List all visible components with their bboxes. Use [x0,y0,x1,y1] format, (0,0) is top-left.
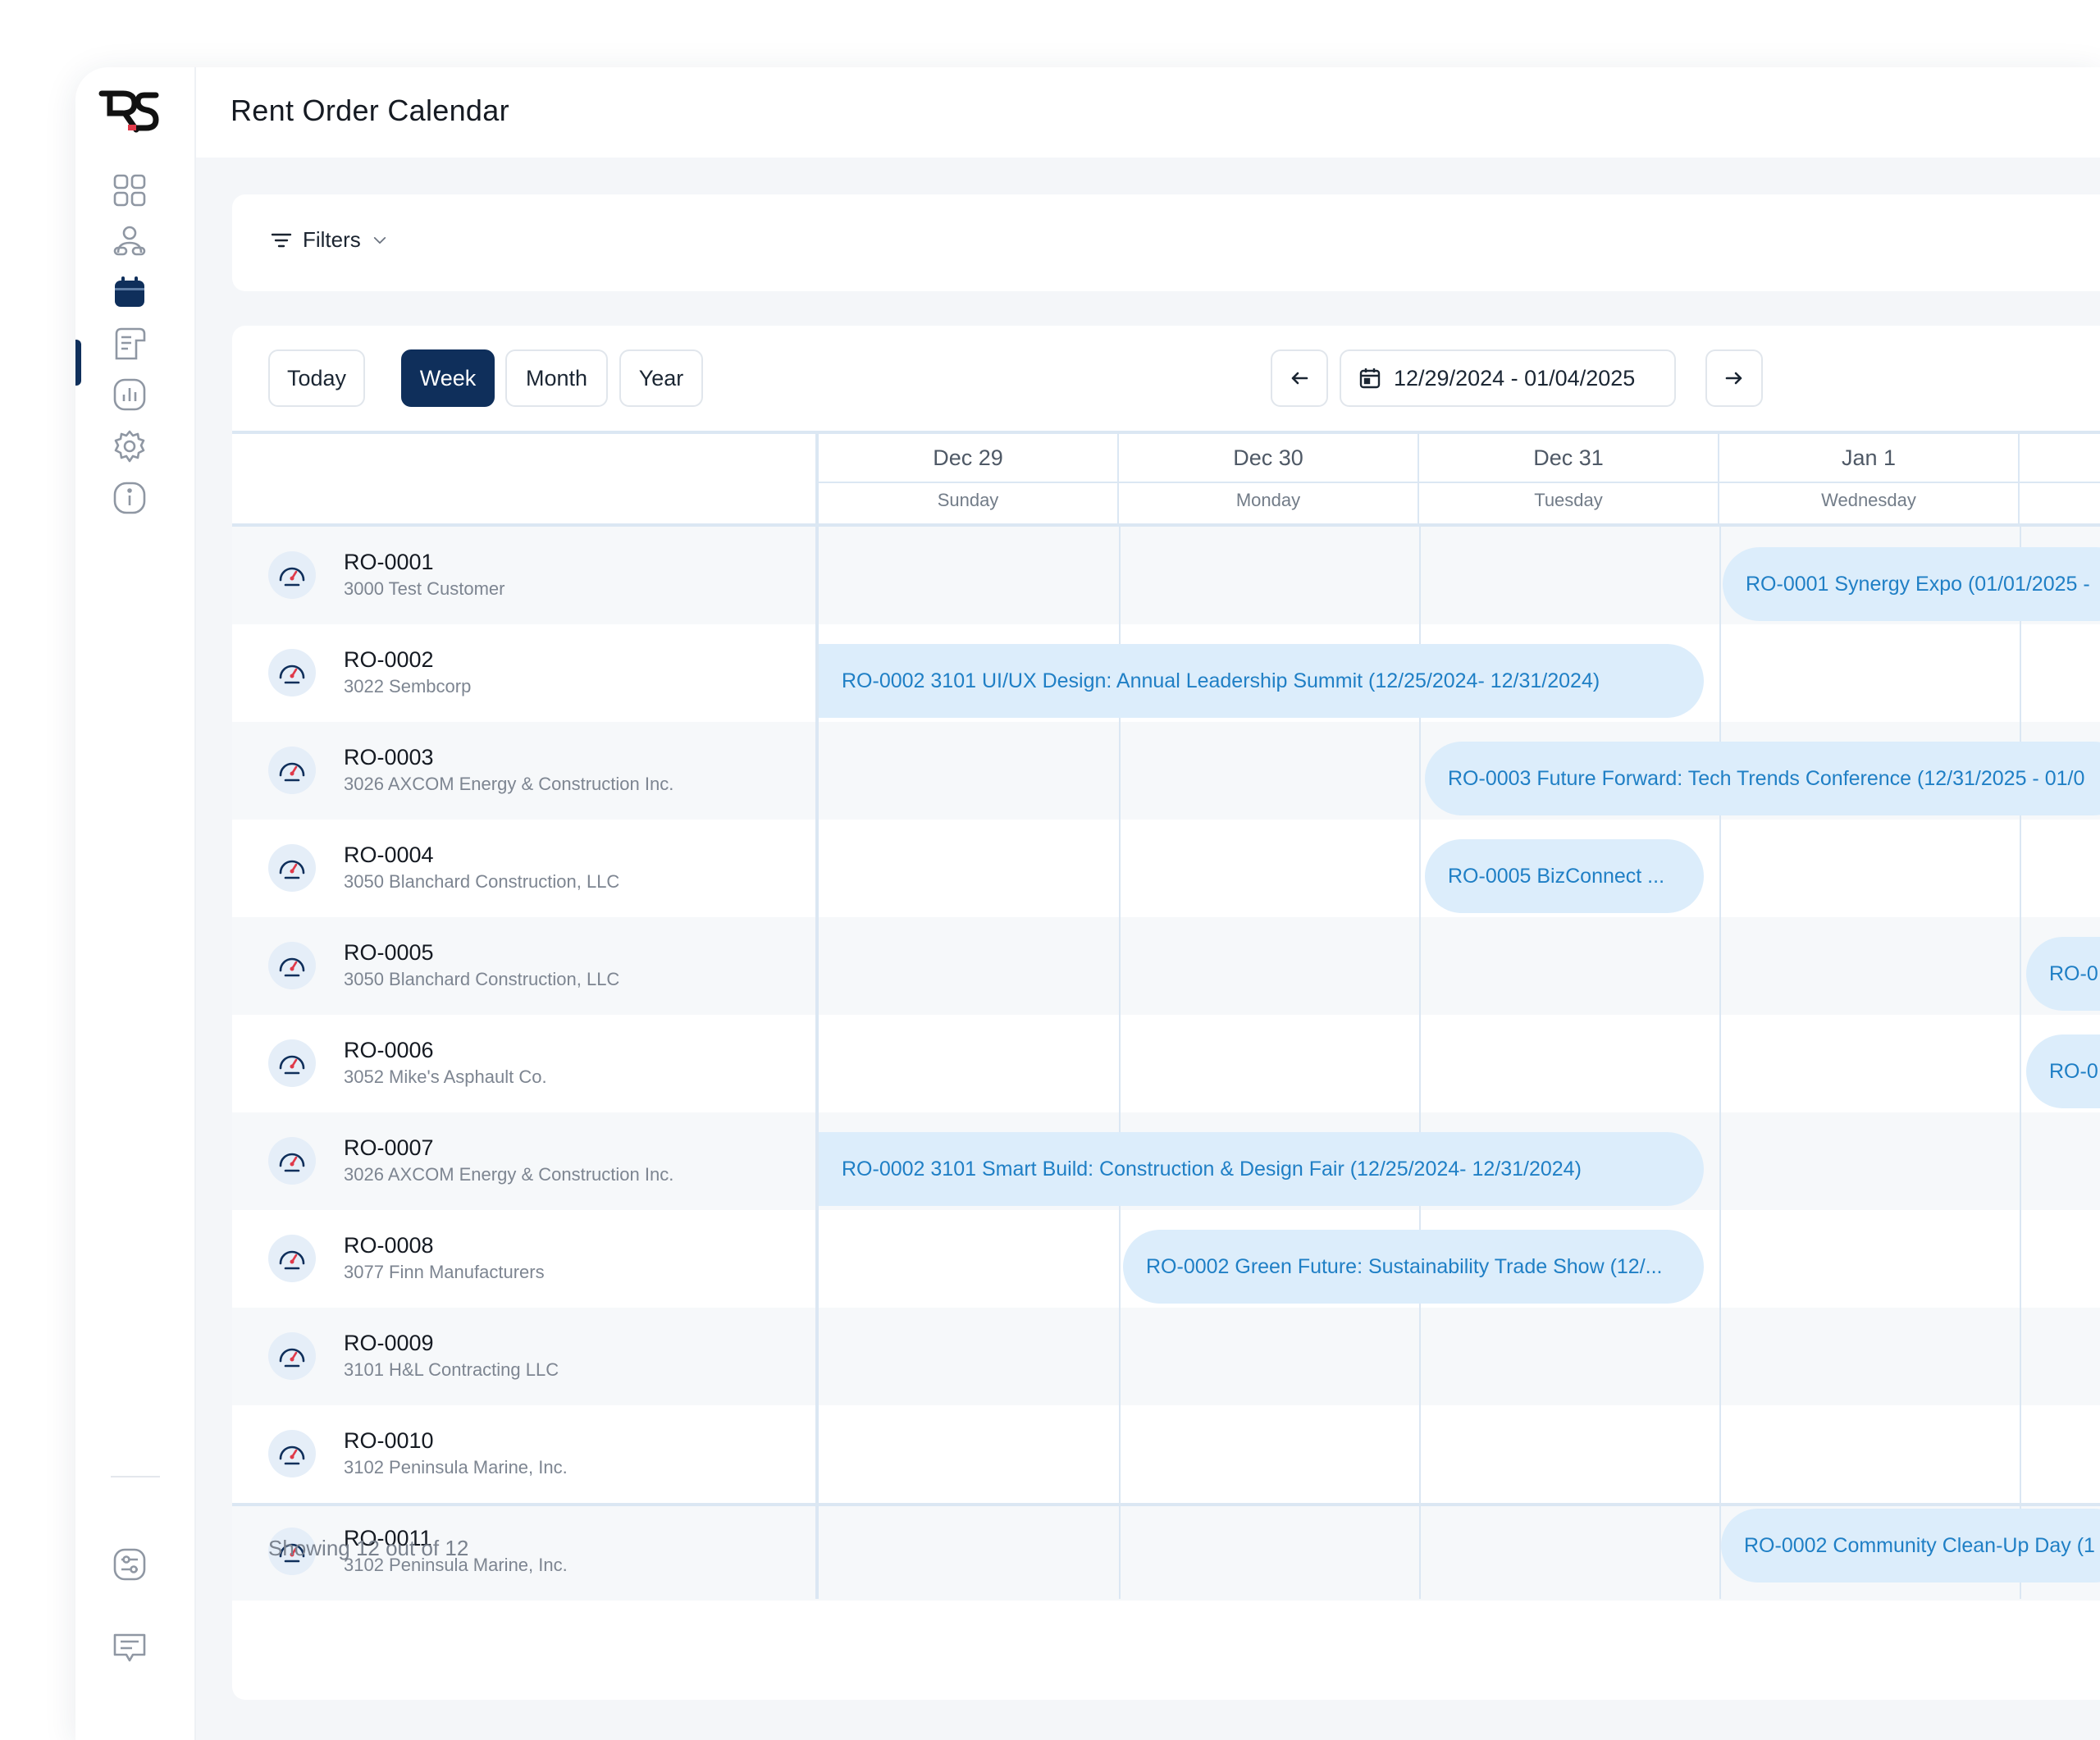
order-customer: 3026 AXCOM Energy & Construction Inc. [344,774,674,794]
day-date: Dec 31 [1533,445,1604,470]
top-bar: Rent Order Calendar [196,67,2100,158]
table-row[interactable]: RO-0009 3101 H&L Contracting LLC [232,1308,2100,1405]
order-id: RO-0003 [344,745,434,770]
gauge-icon [268,551,316,599]
gauge-icon [268,844,316,892]
order-id: RO-0009 [344,1331,434,1355]
order-customer: 3052 Mike's Asphault Co. [344,1066,547,1087]
day-date: Dec 30 [1233,445,1303,470]
order-customer: 3022 Sembcorp [344,676,472,696]
day-column-line [1719,527,1721,1599]
day-date: Dec 29 [933,445,1003,470]
order-customer: 3077 Finn Manufacturers [344,1262,545,1282]
reports-icon[interactable] [112,377,148,413]
event-bar[interactable]: RO-0002 Green Future: Sustainability Tra… [1123,1230,1704,1304]
today-button[interactable]: Today [268,349,365,407]
order-customer: 3102 Peninsula Marine, Inc. [344,1457,568,1477]
event-bar[interactable]: RO-0002 3101 Smart Build: Construction &… [819,1132,1704,1206]
event-bar[interactable]: RO-0 [2026,1034,2100,1108]
gauge-icon [268,1039,316,1087]
event-bar[interactable]: RO-0005 BizConnect ... [1425,839,1704,913]
order-customer: 3050 Blanchard Construction, LLC [344,969,620,989]
day-column-line [2020,527,2021,1599]
calendar-panel: Today Week Month Year 12/29/2024 - 01/04… [232,326,2100,1700]
main-content: Rent Order Calendar Filters Today Week M… [196,67,2100,1740]
filter-icon [271,233,292,247]
gauge-icon [268,649,316,696]
day-weekday: Tuesday [1534,490,1603,510]
gauge-icon [268,942,316,989]
gauge-icon [268,1235,316,1282]
pagination-summary: Showing 12 out of 12 [268,1536,469,1560]
event-bar[interactable]: RO-0001 Synergy Expo (01/01/2025 - [1723,547,2100,621]
app-logo[interactable] [98,89,159,135]
order-id: RO-0006 [344,1038,434,1062]
calendar-header: Dec 29 Sunday Dec 30 Monday Dec 31 Tuesd… [232,431,2100,527]
settings-icon[interactable] [112,428,148,464]
gauge-icon [268,1137,316,1185]
day-weekday: Monday [1235,490,1301,510]
order-id: RO-0002 [344,647,434,672]
order-id: RO-0005 [344,940,434,965]
app-window: Rent Order Calendar Filters Today Week M… [75,67,2100,1740]
order-id: RO-0001 [344,550,434,574]
day-date: Jan 1 [1841,445,1897,470]
order-customer: 3026 AXCOM Energy & Construction Inc. [344,1164,674,1185]
event-bar[interactable]: RO-0 [2026,937,2100,1011]
table-row[interactable]: RO-0005 3050 Blanchard Construction, LLC [232,917,2100,1015]
day-weekday: Sunday [937,490,999,510]
table-row[interactable]: RO-0004 3050 Blanchard Construction, LLC [232,820,2100,917]
order-id: RO-0004 [344,843,434,867]
day-header-jan-1: Jan 1 Wednesday [1719,434,2020,523]
gauge-icon [268,747,316,794]
arrow-right-icon [1725,372,1742,385]
order-customer: 3000 Test Customer [344,578,505,599]
dashboard-icon[interactable] [112,172,148,208]
feedback-icon[interactable] [112,1630,148,1666]
day-header-dec-31: Dec 31 Tuesday [1419,434,1719,523]
calendar-small-icon [1359,368,1381,389]
filter-panel: Filters [232,194,2100,291]
filters-button[interactable]: Filters [270,227,389,253]
gauge-icon [268,1430,316,1477]
order-customer: 3050 Blanchard Construction, LLC [344,871,620,892]
previous-week-button[interactable] [1271,349,1328,407]
year-view-button[interactable]: Year [619,349,703,407]
event-bar[interactable]: RO-0003 Future Forward: Tech Trends Conf… [1425,742,2100,815]
order-id: RO-0008 [344,1233,434,1258]
order-column-divider [815,431,819,1599]
table-row[interactable]: RO-0006 3052 Mike's Asphault Co. [232,1015,2100,1112]
week-view-button[interactable]: Week [401,349,495,407]
order-customer: 3101 H&L Contracting LLC [344,1359,559,1380]
event-bar[interactable]: RO-0002 Community Clean-Up Day (1 [1721,1509,2100,1582]
day-header-dec-30: Dec 30 Monday [1119,434,1419,523]
order-id: RO-0010 [344,1428,434,1453]
gauge-icon [268,1332,316,1380]
active-indicator [75,340,81,386]
chevron-down-icon [373,236,386,244]
filters-label: Filters [303,227,361,252]
sidebar [75,67,196,1740]
page-title: Rent Order Calendar [231,94,509,127]
customers-icon[interactable] [112,223,148,259]
next-week-button[interactable] [1705,349,1763,407]
calendar-icon[interactable] [112,274,148,310]
day-weekday: Wednesday [1821,490,1916,510]
day-header-dec-29: Dec 29 Sunday [819,434,1119,523]
grid-bottom-line [232,1503,2100,1506]
month-view-button[interactable]: Month [505,349,608,407]
event-bar[interactable]: RO-0002 3101 UI/UX Design: Annual Leader… [819,644,1704,718]
sidebar-divider [111,1476,160,1477]
info-icon[interactable] [112,480,148,516]
orders-icon[interactable] [112,326,148,362]
preferences-icon[interactable] [112,1546,148,1582]
date-range-text: 12/29/2024 - 01/04/2025 [1394,365,1636,390]
order-id: RO-0007 [344,1135,434,1160]
arrow-left-icon [1291,372,1308,385]
table-row[interactable]: RO-0010 3102 Peninsula Marine, Inc. [232,1405,2100,1503]
date-range-picker[interactable]: 12/29/2024 - 01/04/2025 [1340,349,1676,407]
